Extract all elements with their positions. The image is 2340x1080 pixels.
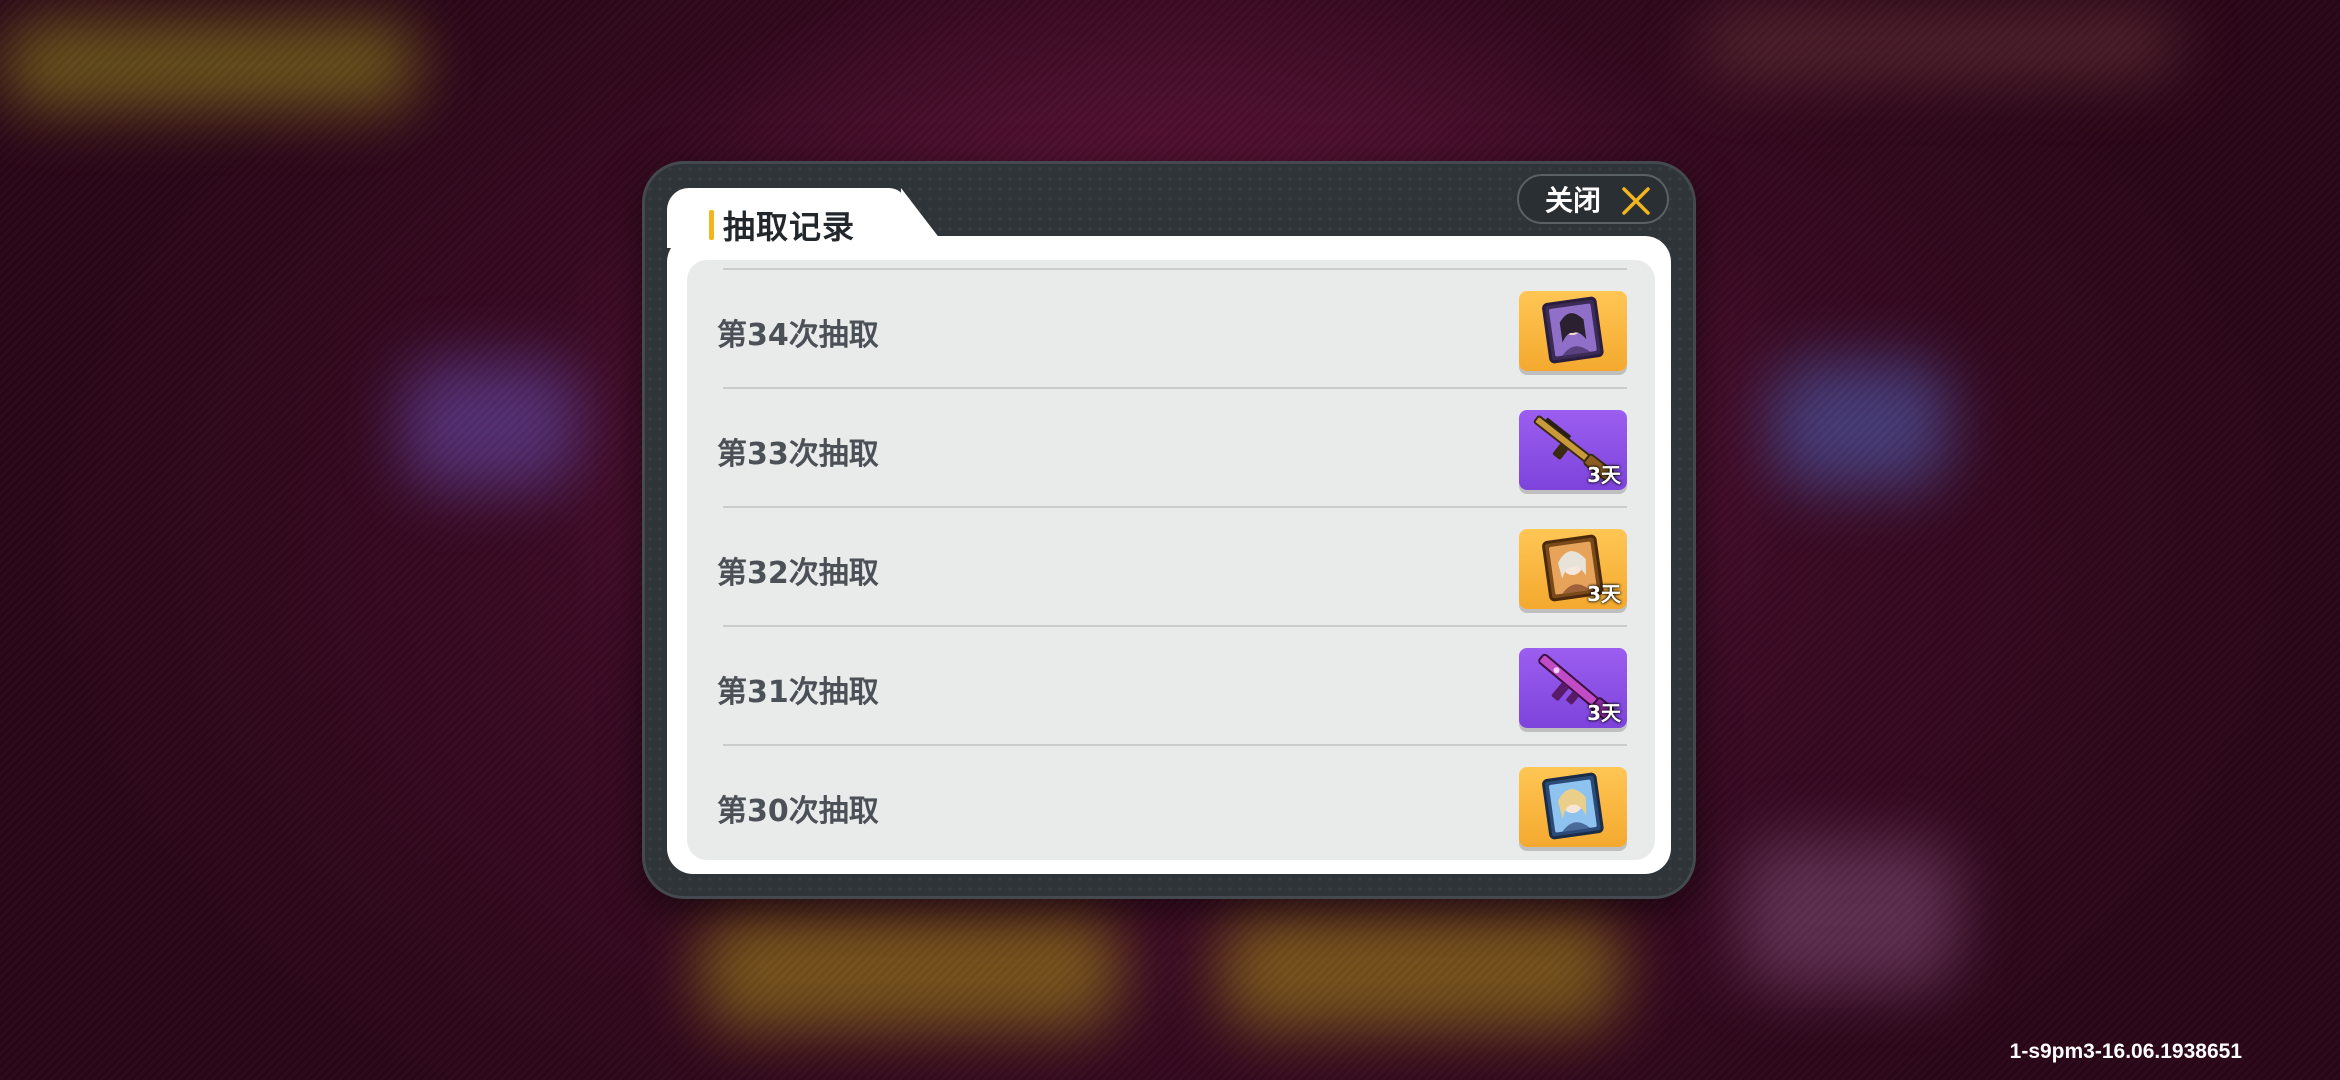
reward-item-slot[interactable]: 3天 [1519, 410, 1627, 490]
draw-record-dialog: 抽取记录 关闭 第34次抽取 第33次抽取 3天 第32次抽取 3天 第31次抽… [642, 161, 1696, 899]
close-button[interactable]: 关闭 [1517, 174, 1669, 224]
build-id-text: 1-s9pm3-16.06.1938651 [2009, 1040, 2242, 1063]
background-right-card [1770, 360, 1950, 490]
close-icon [1622, 187, 1650, 215]
reward-item-slot[interactable] [1519, 291, 1627, 371]
background-left-card [400, 360, 580, 490]
draw-record-label: 第34次抽取 [717, 318, 879, 353]
background-bottom-right-card [1740, 840, 1960, 990]
draw-record-label: 第30次抽取 [717, 794, 879, 829]
background-top-left-banner [0, 20, 420, 110]
draw-record-label: 第33次抽取 [717, 437, 879, 472]
draw-record-list[interactable]: 第34次抽取 第33次抽取 3天 第32次抽取 3天 第31次抽取 3天 第30… [687, 260, 1655, 860]
draw-record-row: 第30次抽取 [717, 744, 1627, 863]
draw-record-label: 第32次抽取 [717, 556, 879, 591]
character-portrait-card-icon [1542, 772, 1604, 840]
duration-badge: 3天 [1587, 463, 1621, 487]
dialog-title: 抽取记录 [723, 208, 856, 246]
draw-record-row: 第32次抽取 3天 [717, 506, 1627, 625]
background-top-right-blur [1700, 10, 2180, 80]
background-bottom-right-button [1220, 910, 1620, 1030]
draw-record-label: 第31次抽取 [717, 675, 879, 710]
character-portrait-card-icon [1542, 296, 1604, 364]
duration-badge: 3天 [1587, 701, 1621, 725]
draw-record-row: 第33次抽取 3天 [717, 387, 1627, 506]
duration-badge: 3天 [1587, 582, 1621, 606]
title-accent-bar [709, 210, 714, 240]
draw-record-row: 第34次抽取 [717, 268, 1627, 387]
close-label: 关闭 [1545, 184, 1602, 217]
draw-record-row: 第31次抽取 3天 [717, 625, 1627, 744]
reward-item-slot[interactable]: 3天 [1519, 648, 1627, 728]
background-bottom-left-button [700, 910, 1120, 1030]
reward-item-slot[interactable] [1519, 767, 1627, 847]
reward-item-slot[interactable]: 3天 [1519, 529, 1627, 609]
